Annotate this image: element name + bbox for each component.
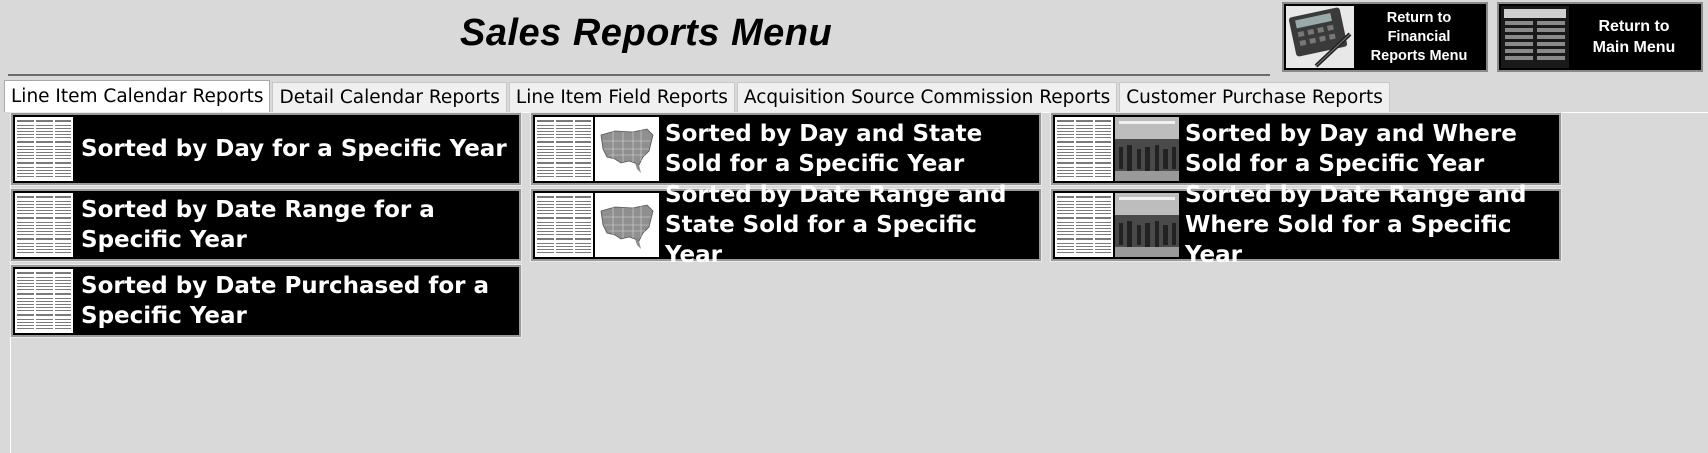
report-button-date-range-state-sold[interactable]: Sorted by Date Range and State Sold for … bbox=[530, 182, 1042, 268]
report-button-date-purchased-specific-year[interactable]: Sorted by Date Purchased for a Specific … bbox=[10, 264, 522, 338]
reports-panel: Sorted by Day for a Specific Year Sorted… bbox=[10, 112, 1708, 453]
us-map-icon bbox=[595, 193, 659, 257]
tab-acquisition-source-commission-reports[interactable]: Acquisition Source Commission Reports bbox=[736, 82, 1118, 112]
calendar-icon bbox=[15, 117, 73, 181]
report-button-date-range-specific-year[interactable]: Sorted by Date Range for a Specific Year bbox=[10, 188, 522, 262]
calendar-icon bbox=[15, 269, 73, 333]
report-button-day-where-sold[interactable]: Sorted by Day and Where Sold for a Speci… bbox=[1050, 112, 1562, 186]
report-button-label: Sorted by Date Range for a Specific Year bbox=[81, 197, 435, 253]
calendar-icon bbox=[535, 193, 593, 257]
page-title: Sales Reports Menu bbox=[460, 12, 833, 54]
calculator-pen-icon bbox=[1286, 6, 1354, 68]
header-divider bbox=[8, 74, 1270, 76]
return-to-main-menu-button[interactable]: Return to Main Menu bbox=[1497, 2, 1703, 72]
crowd-photo-icon bbox=[1115, 193, 1179, 257]
header: Sales Reports Menu Return to Financial R… bbox=[0, 0, 1708, 78]
calendar-icon bbox=[535, 117, 593, 181]
report-button-label: Sorted by Day and State Sold for a Speci… bbox=[665, 121, 983, 177]
tab-line-item-field-reports[interactable]: Line Item Field Reports bbox=[508, 82, 735, 112]
calendar-icon bbox=[1055, 193, 1113, 257]
calendar-icon bbox=[15, 193, 73, 257]
report-button-label: Sorted by Date Range and Where Sold for … bbox=[1185, 182, 1527, 268]
report-button-label: Sorted by Day and Where Sold for a Speci… bbox=[1185, 121, 1517, 177]
main-menu-thumbnail-icon bbox=[1501, 6, 1569, 68]
report-button-date-range-where-sold[interactable]: Sorted by Date Range and Where Sold for … bbox=[1050, 182, 1562, 268]
return-to-financial-reports-label: Return to Financial Reports Menu bbox=[1370, 9, 1468, 64]
report-button-day-state-sold[interactable]: Sorted by Day and State Sold for a Speci… bbox=[530, 112, 1042, 186]
return-to-financial-reports-button[interactable]: Return to Financial Reports Menu bbox=[1282, 2, 1488, 72]
report-tabs: Line Item Calendar Reports Detail Calend… bbox=[4, 80, 1392, 112]
calendar-icon bbox=[1055, 117, 1113, 181]
report-button-label: Sorted by Date Range and State Sold for … bbox=[665, 182, 1007, 268]
return-to-main-menu-label: Return to Main Menu bbox=[1592, 18, 1676, 56]
crowd-photo-icon bbox=[1115, 117, 1179, 181]
tab-line-item-calendar-reports[interactable]: Line Item Calendar Reports bbox=[4, 80, 271, 112]
tab-customer-purchase-reports[interactable]: Customer Purchase Reports bbox=[1119, 82, 1390, 112]
tab-detail-calendar-reports[interactable]: Detail Calendar Reports bbox=[272, 82, 507, 112]
report-button-day-specific-year[interactable]: Sorted by Day for a Specific Year bbox=[10, 112, 522, 186]
report-button-label: Sorted by Day for a Specific Year bbox=[81, 136, 507, 162]
report-button-label: Sorted by Date Purchased for a Specific … bbox=[81, 273, 489, 329]
us-map-icon bbox=[595, 117, 659, 181]
